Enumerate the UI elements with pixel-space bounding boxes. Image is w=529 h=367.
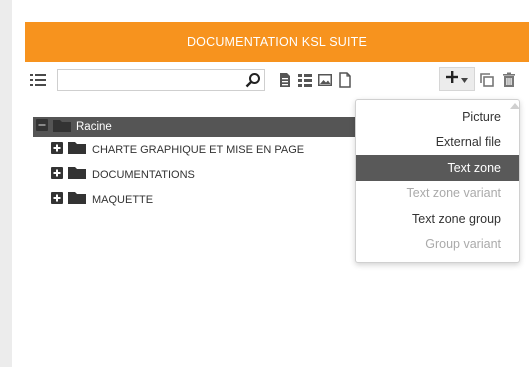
- list-icon[interactable]: [29, 71, 47, 89]
- image-icon[interactable]: [317, 72, 333, 88]
- tree-root-label: Racine: [76, 121, 112, 133]
- tree-item-documentations[interactable]: DOCUMENTATIONS: [33, 162, 363, 187]
- folder-icon: [68, 140, 86, 159]
- tree-item-maquette[interactable]: MAQUETTE: [33, 187, 363, 212]
- expand-icon[interactable]: [51, 191, 63, 209]
- search-icon[interactable]: [245, 72, 261, 88]
- menu-item-text-zone-group[interactable]: Text zone group: [356, 206, 519, 232]
- tree-item-label: DOCUMENTATIONS: [92, 168, 195, 181]
- caret-down-icon: [461, 70, 468, 88]
- menu-item-group-variant: Group variant: [425, 237, 501, 252]
- tree-item-charte[interactable]: CHARTE GRAPHIQUE ET MISE EN PAGE: [33, 137, 363, 162]
- tree-item-label: MAQUETTE: [92, 193, 154, 206]
- expand-icon[interactable]: [51, 141, 63, 159]
- collapse-icon[interactable]: [36, 118, 48, 136]
- expand-icon[interactable]: [51, 166, 63, 184]
- document-icon[interactable]: [277, 72, 293, 88]
- folder-icon: [53, 118, 71, 137]
- folder-icon: [68, 165, 86, 184]
- copy-icon[interactable]: [479, 72, 495, 88]
- menu-item-text-zone-variant: Text zone variant: [406, 186, 502, 201]
- document-tree: Racine CHARTE GRAPHIQUE ET MISE EN PAGE …: [33, 117, 363, 212]
- menu-pointer-icon: [510, 96, 520, 109]
- menu-item-external-file[interactable]: External file: [356, 130, 519, 156]
- toolbar: [25, 66, 529, 94]
- page-title: DOCUMENTATION KSL SUITE: [186, 35, 368, 49]
- page-header: DOCUMENTATION KSL SUITE: [25, 22, 529, 62]
- tree-view-icon[interactable]: [297, 72, 313, 88]
- add-button[interactable]: [439, 67, 475, 91]
- page-icon[interactable]: [337, 72, 353, 88]
- folder-icon: [68, 190, 86, 209]
- plus-icon: [446, 70, 458, 88]
- tree-item-label: CHARTE GRAPHIQUE ET MISE EN PAGE: [92, 143, 305, 156]
- add-dropdown-menu: Picture External file Text zone Text zon…: [355, 99, 520, 263]
- trash-icon[interactable]: [501, 72, 517, 88]
- menu-item-picture[interactable]: Picture: [356, 104, 519, 130]
- search-input[interactable]: [57, 69, 265, 91]
- menu-item-text-zone[interactable]: Text zone: [356, 155, 519, 181]
- tree-root[interactable]: Racine: [33, 117, 363, 137]
